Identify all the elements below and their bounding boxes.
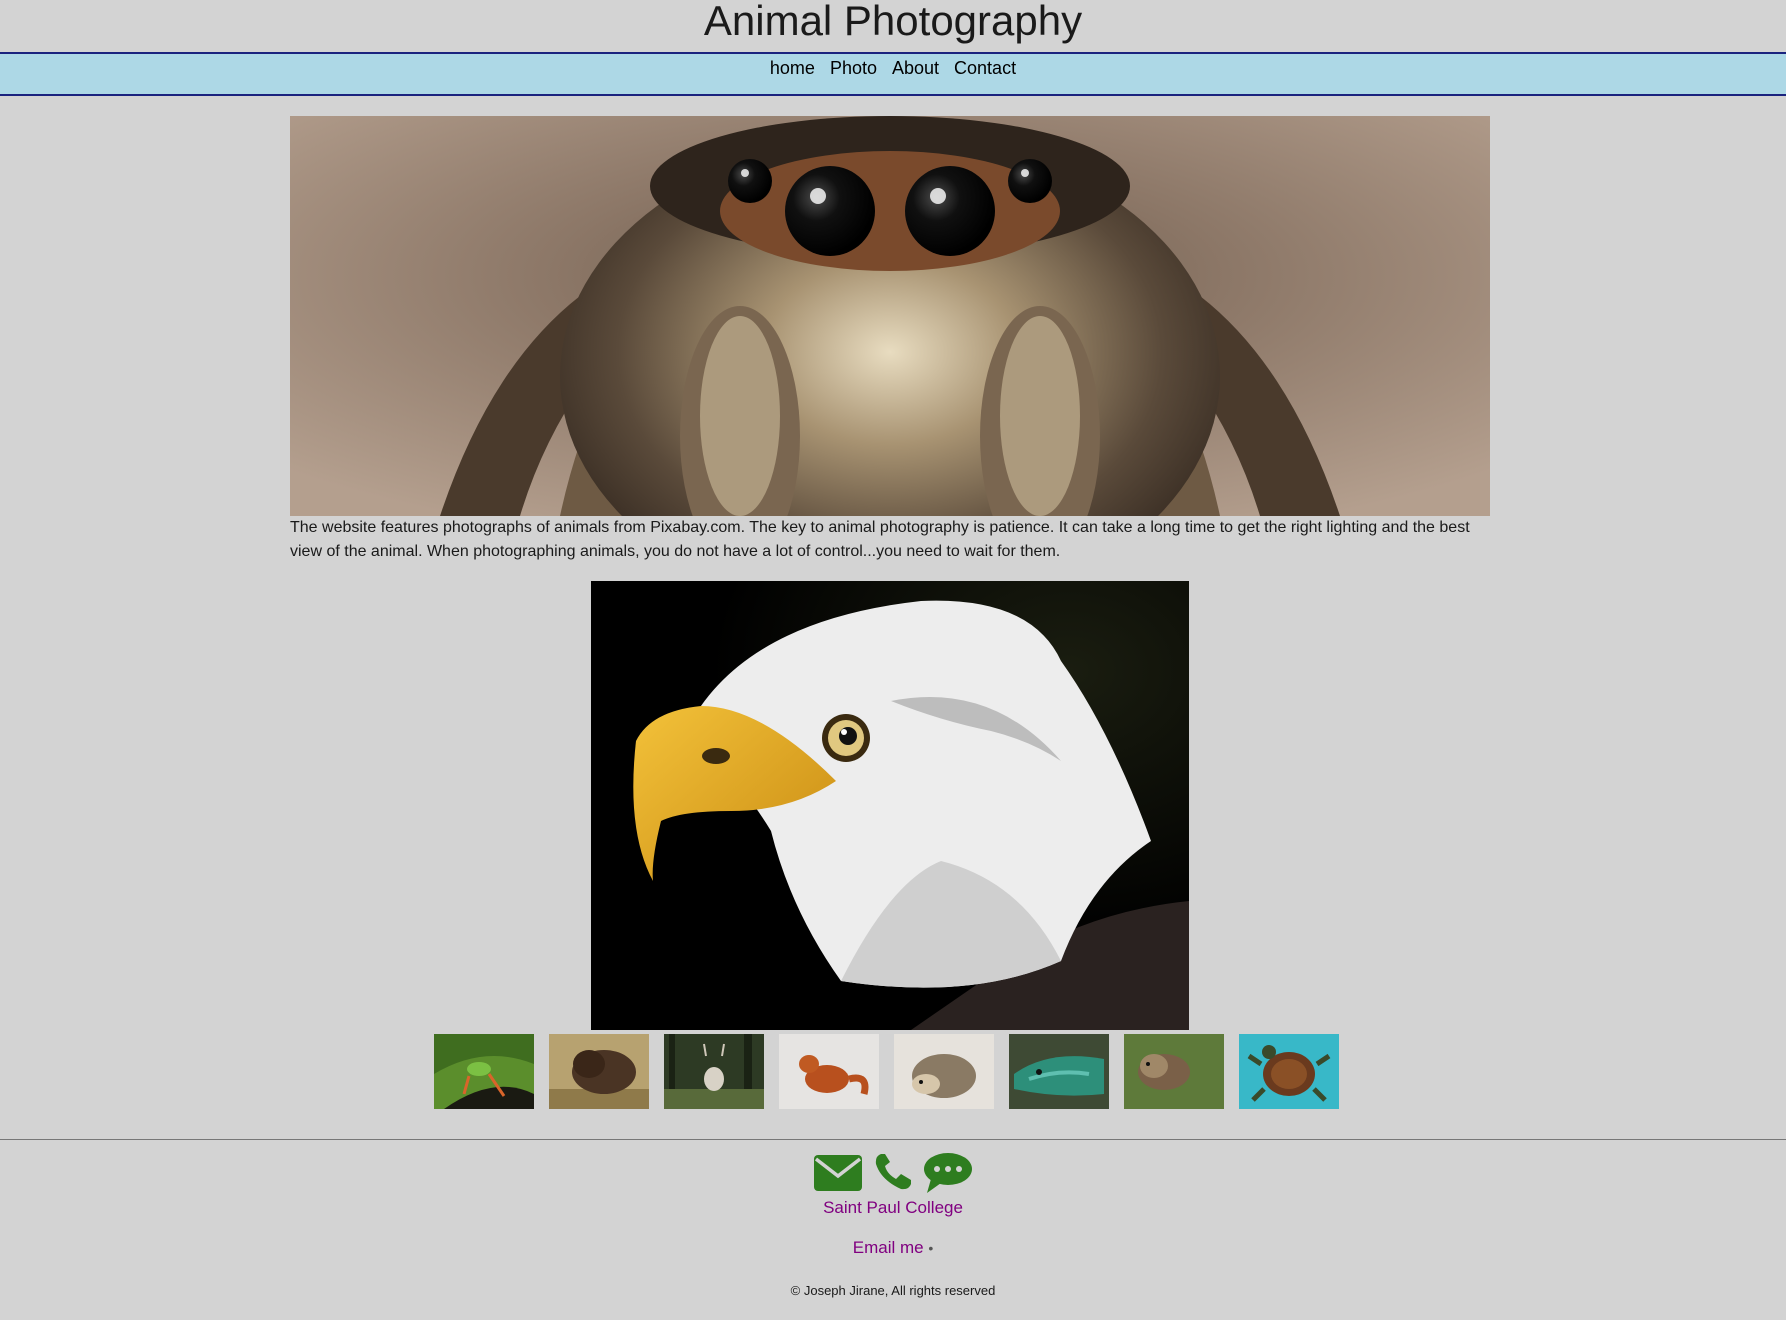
eagle-illustration <box>591 581 1189 1030</box>
spider-illustration <box>290 116 1490 516</box>
thumbnail-gallery <box>434 1034 1339 1109</box>
intro-paragraph: The website features photographs of anim… <box>290 519 1470 560</box>
main-nav: home Photo About Contact <box>0 52 1786 96</box>
contact-icons <box>0 1152 1786 1199</box>
thumbnail-hedgehog[interactable] <box>894 1034 994 1109</box>
thumbnail-turtle[interactable] <box>1239 1034 1339 1109</box>
footer-divider <box>0 1139 1786 1140</box>
thumbnail-fox[interactable] <box>779 1034 879 1109</box>
phone-icon[interactable] <box>873 1152 913 1199</box>
email-row: Email me • <box>0 1238 1786 1258</box>
copyright-text: © Joseph Jirane, All rights reserved <box>790 1283 996 1298</box>
separator-bullet: • <box>928 1240 934 1256</box>
nav-link-home[interactable]: home <box>770 58 815 79</box>
envelope-icon[interactable] <box>813 1152 863 1199</box>
chat-icon[interactable] <box>923 1152 973 1199</box>
email-me-link[interactable]: Email me <box>853 1238 924 1257</box>
hero-spider-image <box>290 116 1490 516</box>
thumbnail-lizard[interactable] <box>1009 1034 1109 1109</box>
nav-link-about[interactable]: About <box>892 58 939 79</box>
nav-link-photo[interactable]: Photo <box>830 58 877 79</box>
saint-paul-college-link[interactable]: Saint Paul College <box>0 1198 1786 1218</box>
site-title: Animal Photography <box>703 0 1083 44</box>
nav-link-contact[interactable]: Contact <box>954 58 1016 79</box>
thumbnail-frog[interactable] <box>434 1034 534 1109</box>
thumbnail-deer[interactable] <box>664 1034 764 1109</box>
thumbnail-otter[interactable] <box>1124 1034 1224 1109</box>
featured-eagle-image <box>591 581 1189 1030</box>
nav-links: home Photo About Contact <box>770 58 1016 79</box>
thumbnail-bison[interactable] <box>549 1034 649 1109</box>
